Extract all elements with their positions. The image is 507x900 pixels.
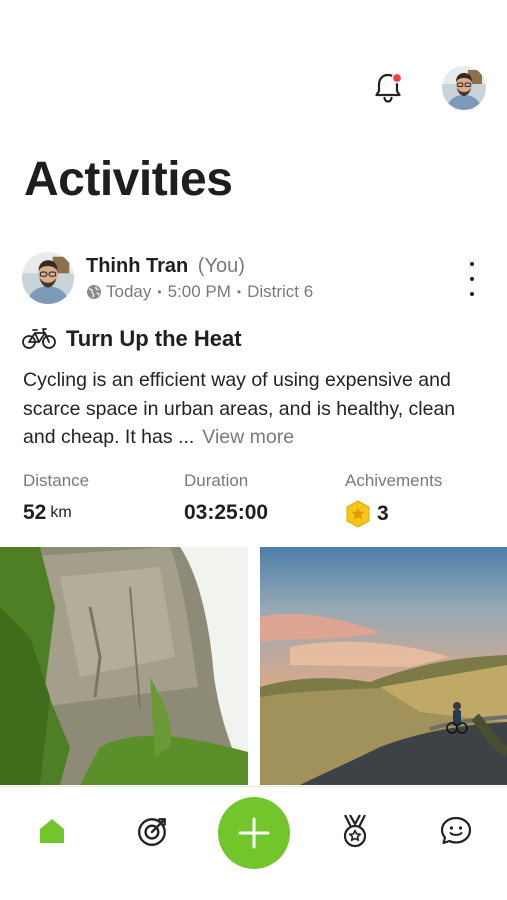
post-body: Cycling is an efficient way of using exp… <box>23 366 493 452</box>
avatar-image <box>442 66 486 110</box>
activity-stats: Distance 52 km Duration 03:25:00 Achivem… <box>23 470 493 530</box>
photo-cliff[interactable] <box>0 547 248 785</box>
home-icon <box>40 819 64 843</box>
view-more-link[interactable]: View more <box>202 426 294 448</box>
post-header: Thinh Tran (You) Today • 5:00 PM • Distr… <box>22 252 492 308</box>
tab-achievements[interactable] <box>335 811 375 851</box>
post-title: Turn Up the Heat <box>66 326 242 351</box>
page-title: Activities <box>24 153 233 206</box>
stat-distance: Distance 52 km <box>23 470 89 526</box>
distance-unit: km <box>50 504 72 521</box>
post-location: District 6 <box>247 282 314 301</box>
avatar-image <box>22 252 74 304</box>
more-options-button[interactable] <box>462 262 482 296</box>
bicycle-icon <box>22 328 56 349</box>
distance-value: 52 <box>23 501 47 524</box>
achievements-value: 3 <box>377 502 389 525</box>
notification-button[interactable] <box>370 70 406 106</box>
globe-icon <box>86 284 102 300</box>
notification-dot <box>391 72 403 84</box>
achievement-badge-icon <box>345 500 371 528</box>
profile-avatar[interactable] <box>442 66 486 110</box>
photo-cyclist[interactable] <box>260 547 507 785</box>
tab-goals[interactable] <box>133 811 173 851</box>
more-icon <box>470 262 474 266</box>
add-activity-button[interactable] <box>218 797 290 869</box>
bell-icon <box>375 72 403 103</box>
stat-duration: Duration 03:25:00 <box>184 470 268 526</box>
author-avatar[interactable] <box>22 252 74 304</box>
tab-home[interactable] <box>32 811 72 851</box>
distance-label: Distance <box>23 471 90 490</box>
post-meta: Today • 5:00 PM • District 6 <box>86 282 313 302</box>
distance-value-row: 52 km <box>23 500 89 526</box>
tab-messages[interactable] <box>436 811 476 851</box>
post-date: Today <box>106 282 152 301</box>
cliff-photo-image <box>0 547 248 785</box>
duration-value: 03:25:00 <box>184 501 269 524</box>
duration-label: Duration <box>184 471 249 490</box>
achievements-value-row: 3 <box>345 500 442 528</box>
achievements-label: Achivements <box>345 471 443 490</box>
cyclist-photo-image <box>260 547 507 785</box>
target-icon <box>138 818 166 846</box>
add-icon <box>238 817 270 849</box>
photo-gallery <box>0 547 507 785</box>
top-bar <box>0 66 507 112</box>
chat-icon <box>440 816 472 845</box>
post-title-row: Turn Up the Heat <box>22 326 242 352</box>
author-line: Thinh Tran (You) <box>86 254 245 278</box>
you-tag: (You) <box>197 255 245 277</box>
author-name[interactable]: Thinh Tran <box>86 255 188 277</box>
post-time: 5:00 PM <box>167 282 231 301</box>
duration-value-row: 03:25:00 <box>184 500 268 526</box>
medal-icon <box>343 814 367 848</box>
bottom-tab-bar <box>0 786 507 900</box>
stat-achievements: Achivements 3 <box>345 470 442 528</box>
